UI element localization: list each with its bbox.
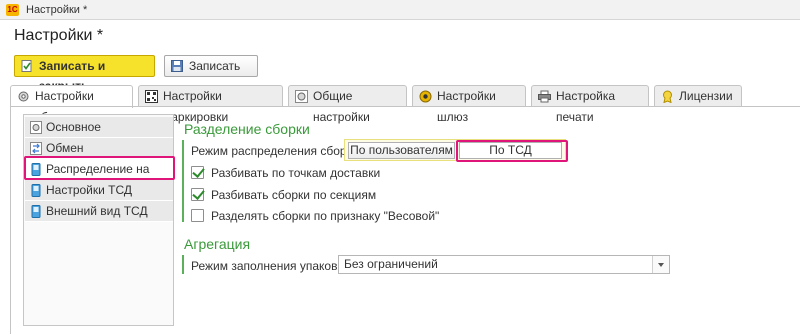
section-indicator — [182, 255, 184, 274]
app-logo: 1С — [6, 4, 19, 16]
mode-option-by-users[interactable]: По пользователям — [348, 142, 455, 159]
tab-assembly-settings[interactable]: Настройки сборки — [10, 85, 133, 124]
floppy-disk-icon — [171, 60, 183, 72]
gear-icon — [295, 90, 308, 103]
gear-icon — [18, 91, 29, 102]
save-button[interactable]: Записать — [164, 55, 258, 77]
exchange-icon — [30, 142, 42, 155]
gear-icon — [30, 121, 42, 134]
section-title-aggregation: Агрегация — [184, 236, 251, 252]
mobile-device-icon — [31, 205, 41, 218]
section-indicator — [182, 140, 184, 222]
checkbox-label: Разделять сборки по признаку "Весовой" — [211, 209, 440, 223]
distribution-mode-label: Режим распределения сборок: — [191, 144, 362, 158]
qr-code-icon — [145, 90, 158, 103]
checkbox-split-by-sections[interactable]: Разбивать сборки по секциям — [191, 187, 376, 203]
sidebar-item-label: Обмен — [46, 141, 84, 155]
checkbox-label: Разбивать по точкам доставки — [211, 166, 381, 180]
pack-mode-select[interactable]: Без ограничений — [338, 255, 670, 274]
sidebar-item-tsd-settings[interactable]: Настройки ТСД — [25, 180, 173, 201]
window-title: Настройки * — [26, 4, 88, 16]
checkbox-label: Разбивать сборки по секциям — [211, 188, 377, 202]
checkbox-split-by-delivery-points[interactable]: Разбивать по точкам доставки — [191, 165, 380, 181]
tab-label: Лицензии — [679, 89, 733, 103]
chevron-down-icon[interactable] — [652, 256, 669, 273]
distribution-mode-switch: По пользователям По ТСД — [344, 139, 566, 161]
tab-marking-settings[interactable]: Настройки маркировки — [138, 85, 283, 124]
save-label: Записать — [189, 59, 241, 73]
tab-licenses[interactable]: Лицензии — [654, 85, 742, 107]
window-titlebar: 1С Настройки * — [0, 0, 800, 20]
sidebar-item-main[interactable]: Основное — [25, 117, 173, 138]
page-title: Настройки * — [14, 27, 104, 44]
sidebar-item-tsd-appearance[interactable]: Внешний вид ТСД — [25, 201, 173, 222]
sidebar-item-label: Основное — [46, 120, 101, 134]
pack-mode-label: Режим заполнения упаковки: — [191, 259, 353, 273]
checkbox-split-by-weight[interactable]: Разделять сборки по признаку "Весовой" — [191, 208, 439, 224]
mobile-device-icon — [31, 184, 41, 197]
sidebar-item-tsd-distribution[interactable]: Распределение на ТСД — [25, 159, 173, 196]
sidebar-item-exchange[interactable]: Обмен — [25, 138, 173, 159]
checkbox-box[interactable] — [191, 166, 204, 179]
pack-mode-value: Без ограничений — [344, 257, 438, 271]
sidebar-item-label: Настройки ТСД — [46, 183, 133, 197]
tab-print-settings[interactable]: Настройка печати — [531, 85, 649, 124]
gateway-icon — [419, 90, 432, 103]
checkbox-box[interactable] — [191, 209, 204, 222]
document-check-icon — [21, 60, 32, 72]
tab-bar: Настройки сборки Настройки маркировки Об… — [10, 85, 800, 124]
sidebar-item-label: Внешний вид ТСД — [46, 204, 148, 218]
license-icon — [663, 90, 672, 103]
save-and-close-button[interactable]: Записать и закрыть — [14, 55, 155, 93]
checkbox-box[interactable] — [191, 188, 204, 201]
mobile-device-icon — [31, 163, 41, 176]
tab-gateway-settings[interactable]: Настройки шлюз — [412, 85, 526, 124]
mode-option-by-tsd[interactable]: По ТСД — [459, 142, 562, 159]
tab-general-settings[interactable]: Общие настройки — [288, 85, 407, 124]
section-title-assembly: Разделение сборки — [184, 121, 310, 137]
printer-icon — [538, 90, 551, 103]
sidebar: Основное Обмен Распределение на ТСД Наст… — [23, 114, 174, 326]
